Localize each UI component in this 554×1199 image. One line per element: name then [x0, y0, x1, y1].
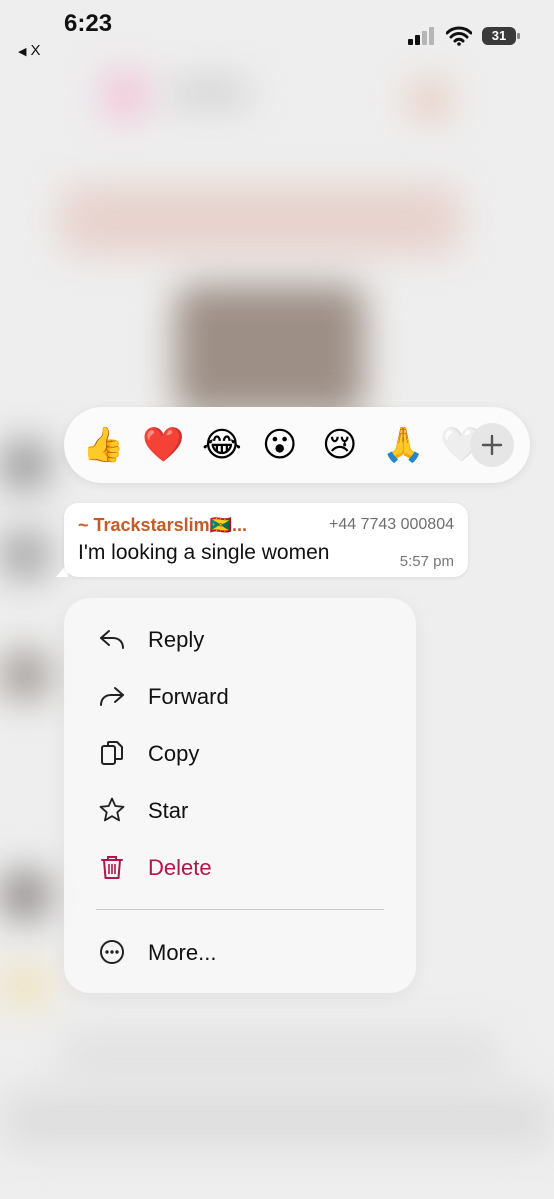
back-to-app-button[interactable]: ◀ X: [18, 42, 40, 59]
menu-divider: [96, 909, 384, 910]
reaction-surprised[interactable]: 😮: [262, 425, 297, 465]
more-icon: [100, 940, 124, 964]
menu-label-copy: Copy: [148, 741, 200, 766]
cellular-signal-icon: [408, 27, 434, 45]
battery-icon: 31: [482, 27, 520, 45]
menu-label-delete: Delete: [148, 855, 212, 880]
menu-item-more[interactable]: More...: [64, 926, 416, 978]
reply-icon: [100, 630, 124, 649]
more-reactions-button[interactable]: [470, 423, 514, 467]
menu-item-forward[interactable]: Forward: [64, 670, 416, 722]
status-time: 6:23: [64, 10, 113, 37]
reaction-heart[interactable]: ❤️: [142, 425, 184, 465]
reaction-bar: 👍 ❤️ 😂 😮 😢 🙏 🤍: [64, 407, 530, 483]
plus-icon: [481, 434, 503, 456]
star-icon: [99, 797, 125, 822]
trash-icon: [101, 856, 123, 879]
menu-item-copy[interactable]: Copy: [64, 727, 416, 779]
message-time: 5:57 pm: [399, 553, 454, 570]
back-triangle-icon: ◀: [18, 46, 27, 58]
reaction-pray[interactable]: 🙏: [382, 425, 424, 465]
menu-label-more: More...: [148, 940, 217, 965]
copy-icon: [101, 741, 123, 765]
message-context-menu: Reply Forward Copy Star Delete More...: [64, 598, 416, 993]
wifi-icon: [446, 26, 472, 46]
menu-item-star[interactable]: Star: [64, 784, 416, 836]
menu-label-star: Star: [148, 798, 189, 823]
message-text: I'm looking a single women: [78, 541, 330, 564]
back-app-label: X: [30, 42, 41, 59]
reaction-crying[interactable]: 😢: [322, 425, 357, 465]
menu-label-reply: Reply: [148, 627, 205, 652]
menu-item-delete[interactable]: Delete: [64, 841, 416, 893]
sender-phone: +44 7743 000804: [328, 516, 454, 533]
menu-item-reply[interactable]: Reply: [64, 613, 416, 665]
message-bubble: ~ Trackstarslim🇬🇩... +44 7743 000804 I'm…: [64, 503, 468, 577]
forward-icon: [100, 687, 124, 706]
status-bar: 6:23 ◀ X 31: [0, 0, 554, 70]
reaction-laughing[interactable]: 😂: [202, 425, 242, 465]
sender-name[interactable]: ~ Trackstarslim🇬🇩...: [78, 515, 247, 536]
reaction-thumbs-up[interactable]: 👍: [82, 425, 124, 465]
status-indicators: 31: [408, 26, 520, 46]
menu-label-forward: Forward: [148, 684, 229, 709]
